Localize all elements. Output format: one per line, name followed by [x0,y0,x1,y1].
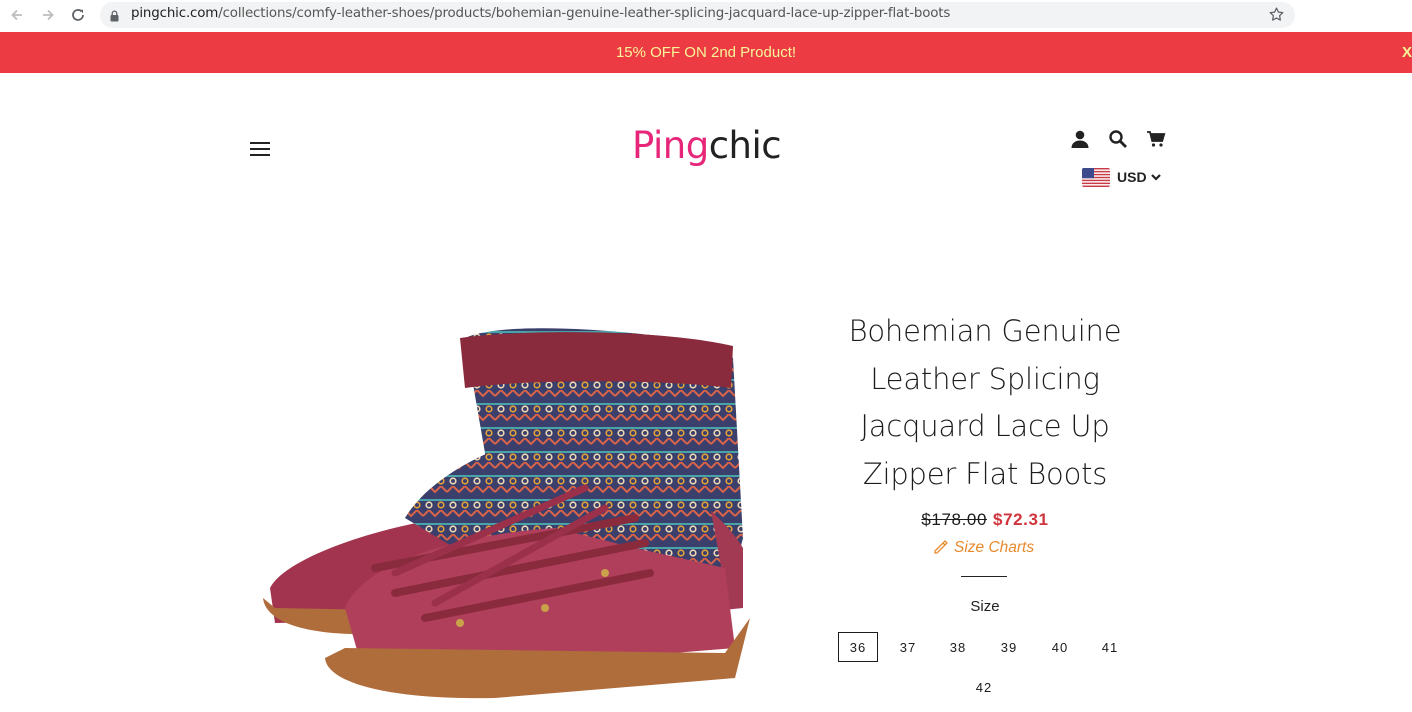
compare-price: $178.00 [921,510,988,529]
logo-ping: Ping [632,124,709,167]
size-option-39[interactable]: 39 [989,632,1029,662]
size-option-42[interactable]: 42 [964,672,1004,702]
account-icon[interactable] [1069,128,1091,150]
ruler-pencil-icon [932,536,950,559]
address-bar[interactable]: pingchic.com/collections/comfy-leather-s… [100,2,1295,28]
back-arrow-icon[interactable] [6,4,28,26]
size-option-37[interactable]: 37 [888,632,928,662]
size-option-36[interactable]: 36 [838,632,878,662]
size-option-38[interactable]: 38 [938,632,978,662]
divider [961,576,1007,577]
search-icon[interactable] [1107,128,1129,150]
size-chart-link[interactable]: Size Charts [932,536,1034,559]
price-row: $178.00 $72.31 [830,510,1140,530]
menu-icon[interactable] [250,141,270,157]
promo-close-button[interactable]: X [1402,44,1412,61]
us-flag-icon [1082,167,1110,187]
logo-chic: chic [708,124,782,167]
promo-text: 15% OFF ON 2nd Product! [615,44,797,61]
url-text: pingchic.com/collections/comfy-leather-s… [131,6,951,21]
reload-icon[interactable] [67,4,89,26]
promo-banner: 15% OFF ON 2nd Product! X [0,32,1412,73]
lock-icon [110,9,119,27]
sale-price: $72.31 [993,510,1049,529]
chevron-down-icon [1150,168,1161,186]
size-option-41[interactable]: 41 [1090,632,1130,662]
product-title: Bohemian Genuine Leather Splicing Jacqua… [848,314,1122,491]
bookmark-star-icon[interactable] [1268,6,1285,28]
product-image[interactable] [255,318,760,707]
currency-label: USD [1117,169,1147,185]
size-label: Size [970,598,1000,615]
site-logo[interactable]: Pingchic [632,124,782,167]
cart-icon[interactable] [1145,128,1167,150]
size-chart-label: Size Charts [954,538,1035,556]
forward-arrow-icon[interactable] [37,4,59,26]
browser-toolbar: pingchic.com/collections/comfy-leather-s… [0,0,1412,31]
currency-selector[interactable]: USD [1082,167,1161,187]
size-option-40[interactable]: 40 [1040,632,1080,662]
